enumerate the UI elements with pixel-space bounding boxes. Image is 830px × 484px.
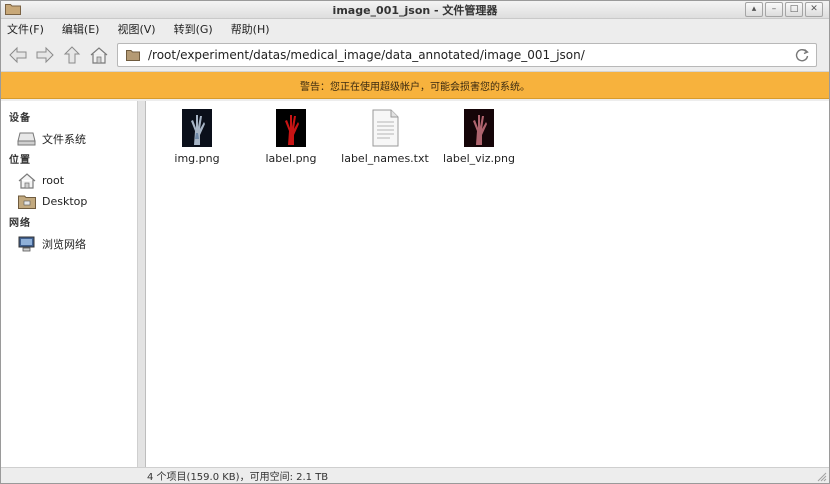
reload-icon[interactable] bbox=[794, 47, 810, 63]
menu-edit[interactable]: 编辑(E) bbox=[60, 21, 102, 37]
file-item[interactable]: label_viz.png bbox=[431, 109, 527, 165]
up-button[interactable] bbox=[61, 44, 83, 66]
minimize-button[interactable]: – bbox=[765, 2, 783, 17]
file-item[interactable]: img.png bbox=[149, 109, 245, 165]
home-folder-icon bbox=[17, 172, 36, 189]
sidebar: 设备 文件系统 位置 root Desktop 网络 浏览网络 bbox=[1, 101, 138, 469]
menu-file[interactable]: 文件(F) bbox=[5, 21, 46, 37]
drive-icon bbox=[17, 131, 36, 147]
network-icon bbox=[17, 236, 36, 252]
window-title: image_001_json - 文件管理器 bbox=[332, 4, 498, 17]
menu-bar: 文件(F) 编辑(E) 视图(V) 转到(G) 帮助(H) bbox=[1, 19, 829, 39]
main-area: 设备 文件系统 位置 root Desktop 网络 浏览网络 img.png … bbox=[1, 101, 829, 469]
home-icon bbox=[90, 47, 108, 64]
xray-thumbnail-icon bbox=[182, 109, 212, 147]
sidebar-item-label: 文件系统 bbox=[42, 132, 86, 146]
home-button[interactable] bbox=[88, 44, 110, 66]
sidebar-item-label: 浏览网络 bbox=[42, 237, 86, 251]
location-path: /root/experiment/datas/medical_image/dat… bbox=[148, 48, 585, 62]
pane-splitter[interactable] bbox=[138, 101, 146, 469]
file-name: label_viz.png bbox=[443, 152, 515, 165]
sidebar-heading-devices: 设备 bbox=[9, 113, 31, 124]
file-item[interactable]: label_names.txt bbox=[337, 109, 433, 165]
window-controls: ▴ – □ ✕ bbox=[745, 2, 823, 17]
viz-thumbnail-icon bbox=[464, 109, 494, 147]
status-text: 4 个项目(159.0 KB)，可用空间: 2.1 TB bbox=[147, 472, 329, 483]
back-button[interactable] bbox=[7, 44, 29, 66]
file-manager-window: image_001_json - 文件管理器 ▴ – □ ✕ 文件(F) 编辑(… bbox=[0, 0, 830, 484]
up-arrow-icon bbox=[63, 46, 81, 64]
file-view[interactable]: img.png label.png label_names.txt label_… bbox=[146, 101, 829, 469]
file-name: img.png bbox=[174, 152, 220, 165]
toolbar: /root/experiment/datas/medical_image/dat… bbox=[1, 39, 829, 72]
maximize-button[interactable]: □ bbox=[785, 2, 803, 17]
sidebar-item-desktop[interactable]: Desktop bbox=[1, 191, 137, 212]
close-button[interactable]: ✕ bbox=[805, 2, 823, 17]
forward-button[interactable] bbox=[34, 44, 56, 66]
file-name: label_names.txt bbox=[341, 152, 429, 165]
status-bar: 4 个项目(159.0 KB)，可用空间: 2.1 TB bbox=[1, 467, 829, 483]
desktop-folder-icon bbox=[17, 194, 36, 210]
red-label-thumbnail-icon bbox=[276, 109, 306, 147]
menu-view[interactable]: 视图(V) bbox=[115, 21, 157, 37]
sidebar-item-label: root bbox=[42, 174, 65, 187]
sidebar-item-filesystem[interactable]: 文件系统 bbox=[1, 128, 137, 149]
menu-help[interactable]: 帮助(H) bbox=[229, 21, 272, 37]
title-bar[interactable]: image_001_json - 文件管理器 ▴ – □ ✕ bbox=[1, 1, 829, 19]
sidebar-item-label: Desktop bbox=[42, 195, 88, 208]
menu-go[interactable]: 转到(G) bbox=[172, 21, 215, 37]
location-bar[interactable]: /root/experiment/datas/medical_image/dat… bbox=[117, 43, 817, 67]
sidebar-heading-network: 网络 bbox=[9, 218, 31, 229]
folder-icon bbox=[126, 50, 140, 61]
sidebar-item-browse-network[interactable]: 浏览网络 bbox=[1, 233, 137, 254]
text-file-icon bbox=[372, 109, 399, 147]
sidebar-heading-places: 位置 bbox=[9, 155, 31, 166]
root-warning-banner: 警告：您正在使用超级帐户，可能会损害您的系统。 bbox=[1, 72, 829, 99]
forward-arrow-icon bbox=[36, 46, 54, 64]
shade-button[interactable]: ▴ bbox=[745, 2, 763, 17]
back-arrow-icon bbox=[9, 46, 27, 64]
resize-grip-icon[interactable] bbox=[815, 470, 827, 482]
file-item[interactable]: label.png bbox=[243, 109, 339, 165]
file-name: label.png bbox=[265, 152, 317, 165]
sidebar-item-root[interactable]: root bbox=[1, 170, 137, 191]
